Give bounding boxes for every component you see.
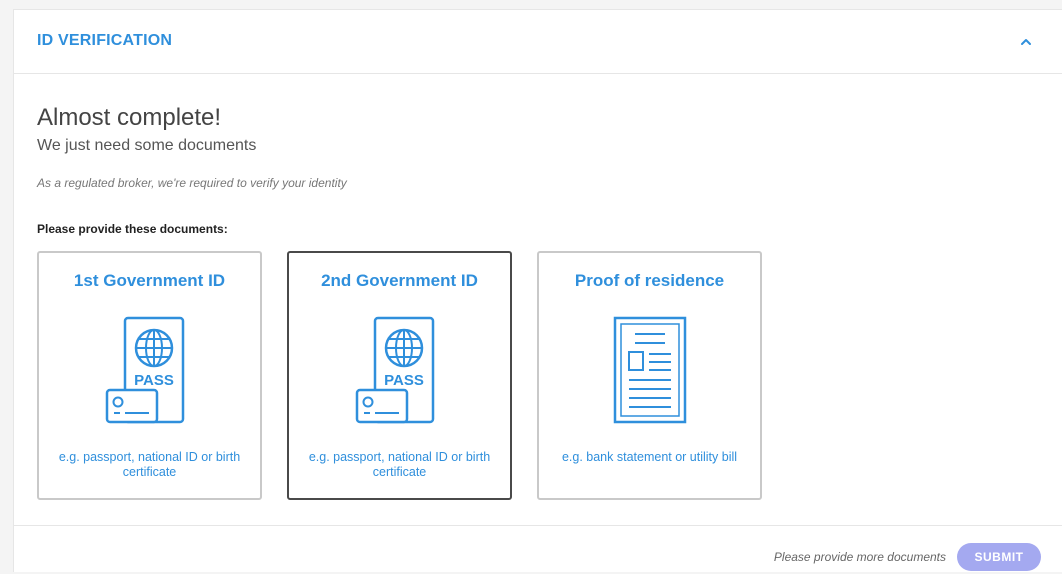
- card-title: Proof of residence: [574, 271, 725, 290]
- documents-prompt: Please provide these documents:: [37, 222, 228, 236]
- passport-id-icon: PASS: [355, 316, 445, 431]
- id-verification-panel: ID VERIFICATION Almost complete! We just…: [13, 9, 1062, 572]
- card-2nd-government-id[interactable]: 2nd Government ID PASS e.g. passport, na…: [287, 251, 512, 500]
- card-hint: e.g. passport, national ID or birth cert…: [58, 450, 241, 479]
- svg-text:PASS: PASS: [384, 372, 424, 389]
- page-subheading: We just need some documents: [37, 137, 257, 154]
- card-1st-government-id[interactable]: 1st Government ID PASS e.g. passport, na…: [37, 251, 262, 500]
- svg-text:PASS: PASS: [134, 372, 174, 389]
- page-heading: Almost complete!: [37, 104, 222, 131]
- card-hint: e.g. bank statement or utility bill: [561, 450, 738, 464]
- card-title: 2nd Government ID: [321, 271, 478, 290]
- panel-footer: Please provide more documents SUBMIT: [14, 525, 1062, 574]
- card-title: 1st Government ID: [73, 271, 226, 290]
- passport-id-icon: PASS: [105, 316, 195, 431]
- regulation-note: As a regulated broker, we're required to…: [37, 176, 347, 190]
- submit-button[interactable]: SUBMIT: [957, 543, 1041, 571]
- section-title: ID VERIFICATION: [37, 32, 173, 49]
- card-hint: e.g. passport, national ID or birth cert…: [308, 450, 491, 479]
- footer-status-note: Please provide more documents: [773, 550, 946, 564]
- document-icon: [605, 316, 695, 431]
- chevron-up-icon[interactable]: [1016, 32, 1036, 52]
- card-proof-of-residence[interactable]: Proof of residence e.g. bank statement o…: [537, 251, 762, 500]
- section-header[interactable]: ID VERIFICATION: [14, 10, 1062, 74]
